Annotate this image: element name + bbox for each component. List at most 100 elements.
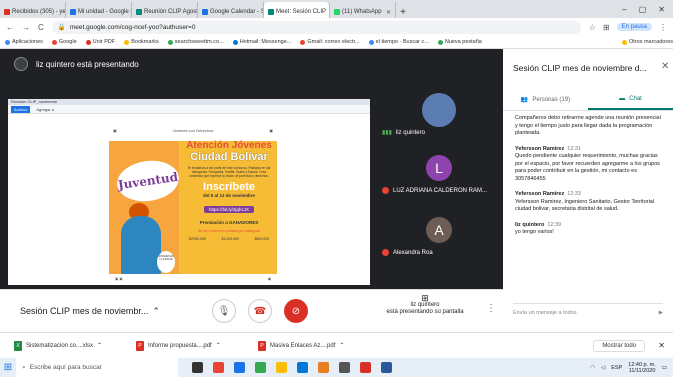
participant-tile[interactable]: L LUZ ADRIANA CALDERON RAM...: [378, 155, 500, 194]
bookmark-item[interactable]: Hotmail: Messenge...: [232, 39, 291, 45]
bookmark-item[interactable]: Unir PDF: [85, 39, 116, 45]
tab-label: Mi unidad - Google Dr: [78, 9, 132, 15]
chat-message-text: Quedo pendiente cualquier requerimiento,…: [515, 153, 660, 182]
extensions-icon[interactable]: ⊞: [603, 23, 610, 32]
poster-brand: Juventud: [114, 156, 182, 206]
camera-button[interactable]: ⊘: [284, 299, 308, 323]
poster-event-tag: Jóvenes con Derechos: [172, 127, 214, 133]
participant-tile[interactable]: ▮▮▮ liz quintero: [378, 93, 500, 136]
windows-start-icon[interactable]: ⊞: [0, 362, 16, 373]
participant-tile[interactable]: A Alexandra Roa: [378, 217, 500, 256]
tab-label: Meet: Sesión CLIP: [276, 9, 327, 15]
taskbar-app-icon[interactable]: [234, 362, 245, 373]
bookmark-item[interactable]: Google: [51, 39, 77, 45]
shared-toolbar-add: Agregar a: [36, 106, 54, 112]
chevron-up-icon[interactable]: ⌃: [97, 342, 102, 349]
notifications-icon[interactable]: ▭: [662, 365, 667, 371]
hangup-button[interactable]: ☎: [248, 299, 272, 323]
download-item[interactable]: X Sistematizacion co....xlsx ⌃: [14, 340, 124, 351]
close-icon[interactable]: ✕: [658, 341, 665, 350]
taskbar-app-icon[interactable]: [255, 362, 266, 373]
close-icon[interactable]: ✕: [661, 61, 669, 72]
bookmark-item[interactable]: searchsweettm.co...: [167, 39, 224, 45]
taskbar-app-icon[interactable]: [360, 362, 371, 373]
meet-stage: liz quintero está presentando Revisión C…: [0, 49, 503, 289]
taskbar-app-icon[interactable]: [276, 362, 287, 373]
shared-screen: Revisión CLIP_noviembre Archivo Agregar …: [8, 99, 370, 285]
meeting-title[interactable]: Sesión CLIP mes de noviembr... ⌃: [20, 306, 170, 317]
chat-time: 12:39: [547, 221, 562, 228]
people-icon: 👥: [520, 97, 529, 103]
poster-content: Atención Jóvenes Ciudad Bolívar Te invit…: [181, 141, 277, 242]
chat-message: Compañeros debo retirarme agende una reu…: [515, 115, 665, 138]
browser-tab[interactable]: Reunión CLIP Agosto✕: [132, 2, 198, 18]
browser-tab[interactable]: Meet: Sesión CLIP✕: [264, 2, 330, 18]
taskbar-app-icon[interactable]: [381, 362, 392, 373]
url-field[interactable]: 🔒 meet.google.com/cog-ncef-yoo?authuser=…: [51, 20, 581, 34]
bookmark-item[interactable]: Gmail: correo electr...: [300, 39, 360, 45]
new-tab-button[interactable]: +: [396, 7, 410, 18]
taskbar-app-icon[interactable]: [213, 362, 224, 373]
download-item[interactable]: P Masiva Enlaces Az....pdf ⌃: [258, 340, 368, 351]
tab-favicon: [70, 9, 76, 15]
menu-icon[interactable]: ⋮: [659, 23, 667, 32]
taskbar-search[interactable]: ⌕ Escribe aquí para buscar: [16, 358, 178, 377]
bookmark-item[interactable]: Nueva pestaña: [437, 39, 482, 45]
clock[interactable]: 12:40 p. m. 11/11/2020: [628, 362, 656, 374]
browser-tab[interactable]: Mi unidad - Google Dr✕: [66, 2, 132, 18]
downloads-bar: X Sistematizacion co....xlsx ⌃ P Informe…: [0, 332, 673, 358]
language-indicator[interactable]: ESP: [611, 365, 622, 371]
tab-label: Reunión CLIP Agosto: [144, 9, 198, 15]
participant-name: liz quintero: [395, 129, 425, 136]
browser-tab[interactable]: Recibidos (305) - yeeri✕: [0, 2, 66, 18]
camera-off-icon: ⊘: [291, 305, 301, 317]
close-tab-icon[interactable]: ✕: [386, 9, 391, 16]
window-controls: – ▢ ✕: [622, 5, 673, 18]
mic-button[interactable]: 🎙: [212, 299, 236, 323]
wifi-icon[interactable]: ◠: [590, 365, 595, 371]
chevron-up-icon[interactable]: ⌃: [339, 342, 344, 349]
tab-favicon: [4, 9, 10, 15]
forward-icon[interactable]: →: [22, 23, 30, 32]
download-name: Masiva Enlaces Az....pdf: [270, 342, 336, 349]
star-icon[interactable]: ☆: [589, 23, 596, 32]
taskbar-app-icon[interactable]: [318, 362, 329, 373]
presenting-info[interactable]: ⊞ liz quintero está presentando su panta…: [370, 294, 480, 316]
taskbar-app-icon[interactable]: [297, 362, 308, 373]
bookmark-item[interactable]: el tiempo - Buscar c...: [368, 39, 429, 45]
poster-cta: Inscríbete: [203, 181, 255, 193]
taskbar-app-icon[interactable]: [339, 362, 350, 373]
bookmark-item[interactable]: Aplicaciones: [5, 39, 43, 45]
minimize-window-button[interactable]: –: [622, 5, 626, 14]
send-icon[interactable]: ▶: [659, 310, 663, 316]
reload-icon[interactable]: C: [38, 23, 44, 32]
chevron-up-icon[interactable]: ⌃: [216, 342, 221, 349]
clock-time: 12:40 p. m.: [628, 361, 656, 368]
back-icon[interactable]: ←: [6, 23, 14, 32]
poster-flyer: JÓVENES EN LA CIUDAD: [157, 251, 175, 273]
browser-tab[interactable]: (11) WhatsApp ✕: [330, 2, 396, 18]
chat-panel: Sesión CLIP mes de noviembre d... ✕ 👥 Pe…: [503, 49, 673, 332]
chat-input[interactable]: Envía un mensaje a todos ▶: [513, 303, 663, 321]
download-item[interactable]: P Informe propuesta....pdf ⌃: [136, 340, 246, 351]
bookmark-label: Unir PDF: [92, 39, 116, 45]
chat-sender: liz quintero: [515, 221, 545, 228]
taskbar-app-icon[interactable]: [192, 362, 203, 373]
poster-footer-logo: ▣ ▣: [115, 277, 123, 281]
poster-body: Te invitamos a ser parte de este concurs…: [187, 166, 271, 178]
tab-chat[interactable]: ▬ Chat: [588, 89, 673, 110]
profile-button[interactable]: En pausa: [616, 23, 652, 31]
tab-people[interactable]: 👥 Personas (19): [503, 89, 588, 110]
bookmark-item[interactable]: Bookmarks: [124, 39, 159, 45]
bookmark-item[interactable]: Otros marcadores: [621, 39, 673, 45]
chat-message: liz quintero 12:39 yo tengo varios!: [515, 222, 665, 237]
maximize-window-button[interactable]: ▢: [639, 5, 647, 14]
chat-messages: Compañeros debo retirarme agende una reu…: [515, 115, 665, 245]
more-options-icon[interactable]: ⋮: [486, 303, 496, 314]
browser-tabbar: Recibidos (305) - yeeri✕Mi unidad - Goog…: [0, 0, 673, 18]
mic-off-icon: [382, 187, 389, 194]
show-all-button[interactable]: Mostrar todo: [593, 339, 645, 352]
close-window-button[interactable]: ✕: [658, 5, 665, 14]
browser-tab[interactable]: Google Calendar - Se✕: [198, 2, 264, 18]
volume-icon[interactable]: ◁: [601, 365, 605, 371]
